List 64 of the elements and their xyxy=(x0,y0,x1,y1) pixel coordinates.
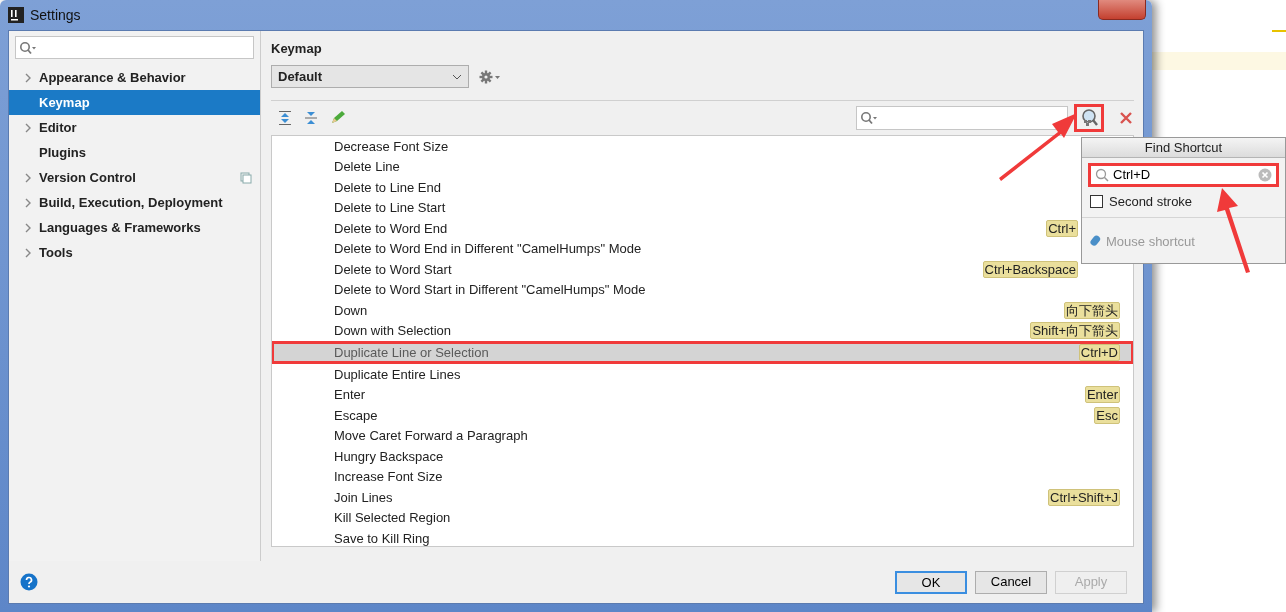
shortcut-badge: Esc xyxy=(1094,406,1120,424)
action-row[interactable]: Enter Enter xyxy=(272,384,1133,405)
shortcut-search-box[interactable]: Ctrl+D xyxy=(1088,163,1279,187)
search-icon xyxy=(1095,168,1109,182)
action-row[interactable]: Escape Esc xyxy=(272,405,1133,426)
pencil-icon xyxy=(329,110,345,126)
caret-icon xyxy=(452,73,462,80)
action-row[interactable]: Save to Kill Ring xyxy=(272,528,1133,546)
search-icon xyxy=(19,41,37,55)
shortcut-badge: Ctrl+Backspace xyxy=(982,260,1078,278)
editor-marker xyxy=(1272,30,1286,32)
shortcut-badge: Ctrl+ xyxy=(1046,219,1078,237)
action-row[interactable]: Hungry Backspace xyxy=(272,446,1133,467)
shortcut-badge: Ctrl+D xyxy=(1078,344,1120,361)
shortcut-badge: 向下箭头 xyxy=(1064,301,1120,319)
help-icon xyxy=(20,573,38,591)
sidebar-item[interactable]: Plugins xyxy=(9,140,260,165)
chevron-icon xyxy=(23,198,33,209)
close-icon xyxy=(1120,112,1132,124)
sidebar-item[interactable]: Keymap xyxy=(9,90,260,115)
expand-all-icon xyxy=(277,110,293,126)
chevron-icon xyxy=(23,73,33,84)
search-field[interactable] xyxy=(15,36,254,59)
chevron-icon xyxy=(23,223,33,234)
window-title: Settings xyxy=(30,5,81,25)
filter-field[interactable] xyxy=(856,106,1068,130)
project-scope-icon xyxy=(240,171,252,184)
gear-icon xyxy=(479,69,501,84)
action-row[interactable]: Down with Selection Shift+向下箭头 xyxy=(272,320,1133,341)
close-button[interactable] xyxy=(1098,0,1146,20)
checkbox-label: Second stroke xyxy=(1109,193,1193,211)
shortcut-badge: Shift+向下箭头 xyxy=(1030,322,1120,340)
action-row[interactable]: Delete to Word Start in Different "CamelHumps" Mode xyxy=(272,279,1133,300)
clear-icon xyxy=(1258,168,1272,182)
find-shortcut-button[interactable] xyxy=(1074,104,1104,132)
action-row[interactable]: Down 向下箭头 xyxy=(272,300,1133,321)
chevron-icon xyxy=(23,248,33,259)
action-row[interactable]: Duplicate Entire Lines xyxy=(272,364,1133,385)
app-icon xyxy=(8,7,24,23)
clear-filter-button[interactable] xyxy=(1120,112,1132,124)
chevron-icon xyxy=(23,173,33,184)
sidebar-item[interactable]: Editor xyxy=(9,115,260,140)
search-icon xyxy=(860,111,878,125)
collapse-all-icon xyxy=(303,110,319,126)
section-heading: Keymap xyxy=(271,40,323,58)
keymap-dropdown[interactable]: Default xyxy=(271,65,469,88)
action-row[interactable]: Increase Font Size xyxy=(272,466,1133,487)
sidebar-item[interactable]: Tools xyxy=(9,240,260,265)
action-row[interactable]: Kill Selected Region xyxy=(272,507,1133,528)
action-row[interactable]: Move Caret Forward a Paragraph xyxy=(272,425,1133,446)
sidebar-item[interactable]: Languages & Frameworks xyxy=(9,215,260,240)
shortcut-badge: Ctrl+Shift+J xyxy=(1048,488,1120,506)
checkbox[interactable] xyxy=(1090,195,1103,209)
sidebar-item[interactable]: Build, Execution, Deployment xyxy=(9,190,260,215)
shortcut-badge: Enter xyxy=(1084,386,1120,404)
find-shortcut-icon xyxy=(1079,108,1099,128)
sidebar-item[interactable]: Appearance & Behavior xyxy=(9,65,260,90)
action-row[interactable]: Duplicate Line or Selection Ctrl+D xyxy=(272,341,1133,364)
action-row[interactable]: Join Lines Ctrl+Shift+J xyxy=(272,487,1133,508)
cancel-button[interactable]: Cancel xyxy=(975,570,1047,594)
shortcut-field[interactable]: Ctrl+D xyxy=(1113,165,1254,185)
ok-button[interactable]: OK xyxy=(895,570,967,594)
chevron-icon xyxy=(23,123,33,134)
sidebar-item[interactable]: Version Control xyxy=(9,165,260,190)
